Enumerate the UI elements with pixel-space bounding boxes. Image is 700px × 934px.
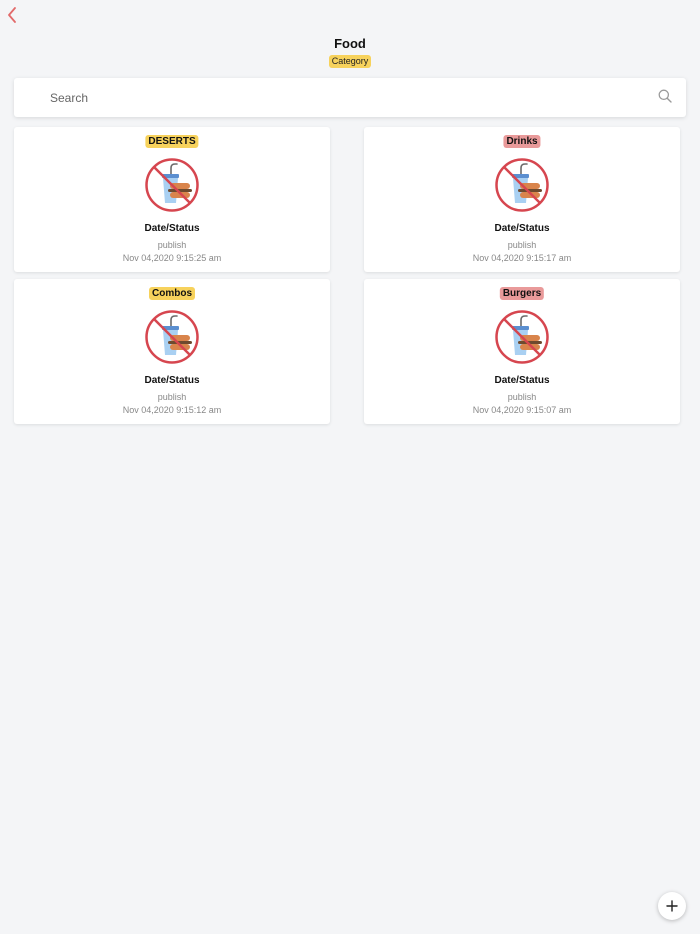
card-label-badge: DESERTS [145,135,199,148]
no-food-icon [145,310,199,364]
no-food-icon [495,158,549,212]
plus-icon [666,900,678,912]
card-heading: Date/Status [144,223,200,234]
category-card-burgers[interactable]: Burgers Date/Status publish Nov 04,2020 … [364,279,680,424]
back-button[interactable] [2,4,22,26]
card-label-badge: Combos [149,287,195,300]
card-heading: Date/Status [494,223,550,234]
category-card-deserts[interactable]: DESERTS Date/Status publish Nov 04,2020 … [14,127,330,272]
card-date: Nov 04,2020 9:15:12 am [122,405,222,415]
search-input[interactable] [48,89,642,106]
card-date: Nov 04,2020 9:15:17 am [472,253,572,263]
no-food-icon [495,310,549,364]
card-date: Nov 04,2020 9:15:25 am [122,253,222,263]
card-label-badge: Burgers [499,287,545,300]
card-status: publish [157,240,187,250]
search-icon[interactable] [658,89,672,103]
card-date: Nov 04,2020 9:15:07 am [472,405,572,415]
card-status: publish [507,392,537,402]
category-card-drinks[interactable]: Drinks Date/Status publish Nov 04,2020 9… [364,127,680,272]
category-badge: Category [328,55,372,68]
card-heading: Date/Status [144,375,200,386]
card-heading: Date/Status [494,375,550,386]
card-status: publish [157,392,187,402]
category-card-combos[interactable]: Combos Date/Status publish Nov 04,2020 9… [14,279,330,424]
chevron-left-icon [8,7,16,23]
page-title: Food [334,36,366,51]
no-food-icon [145,158,199,212]
page: Food Category DESERTS [0,0,700,934]
card-label-badge: Drinks [503,135,541,148]
card-status: publish [507,240,537,250]
search-bar [14,78,686,117]
page-header: Food Category [0,36,700,69]
add-category-button[interactable] [658,892,686,920]
